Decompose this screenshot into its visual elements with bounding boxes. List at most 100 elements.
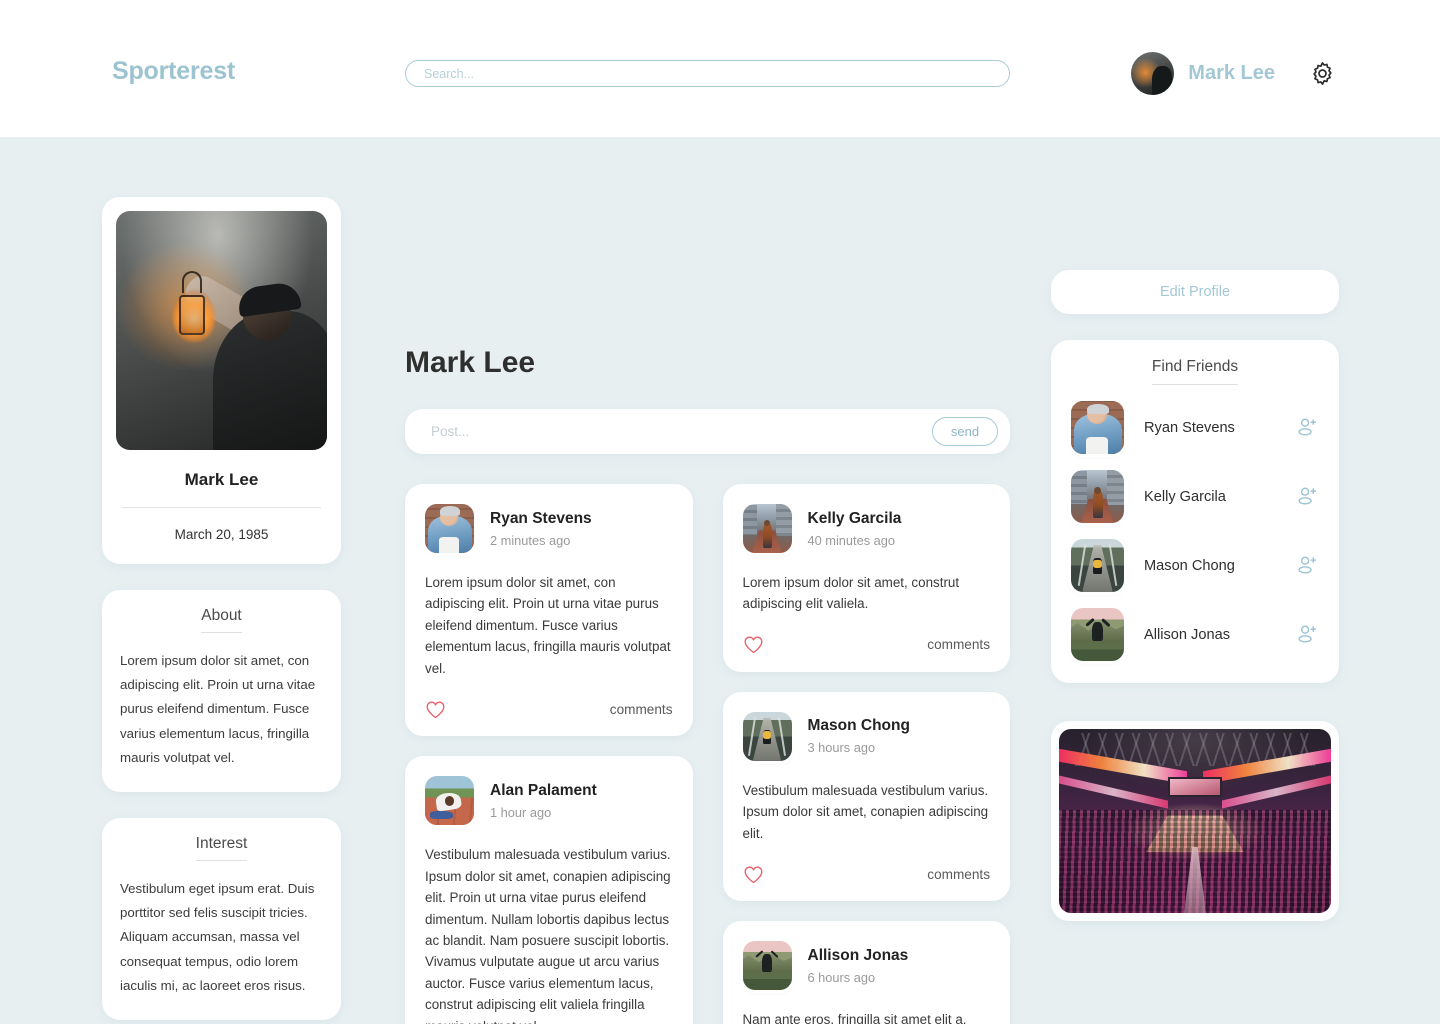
heart-icon bbox=[744, 636, 762, 654]
post-header: Alan Palament 1 hour ago bbox=[425, 776, 673, 826]
header-user-name[interactable]: Mark Lee bbox=[1188, 62, 1275, 85]
page-body: Mark Lee March 20, 1985 About Lorem ipsu… bbox=[0, 137, 1440, 1024]
heart-icon bbox=[426, 701, 445, 718]
post-author[interactable]: Allison Jonas bbox=[808, 947, 909, 965]
friend-name: Allison Jonas bbox=[1144, 626, 1230, 643]
post-timestamp: 6 hours ago bbox=[807, 969, 876, 985]
post-header: Allison Jonas 6 hours ago bbox=[742, 941, 991, 991]
like-button[interactable] bbox=[743, 635, 765, 655]
friend-name: Mason Chong bbox=[1144, 557, 1235, 574]
avatar-mason-chong-icon bbox=[742, 711, 792, 761]
profile-photo[interactable] bbox=[116, 211, 327, 450]
about-title: About bbox=[201, 607, 242, 633]
post-body: Vestibulum malesuada vestibulum varius. … bbox=[742, 782, 989, 841]
post-card: Allison Jonas 6 hours ago Nam ante eros,… bbox=[722, 921, 1010, 1024]
add-friend-icon bbox=[1297, 487, 1316, 505]
right-sidebar: Edit Profile Find Friends Ryan Stevens K… bbox=[1051, 270, 1339, 921]
avatar[interactable] bbox=[742, 941, 792, 991]
find-friends-title: Find Friends bbox=[1151, 358, 1239, 385]
avatar-kelly-garcila-icon bbox=[1071, 470, 1124, 523]
list-item[interactable]: Kelly Garcila bbox=[1071, 470, 1319, 523]
heart-icon bbox=[744, 866, 762, 883]
feed-column-left: Ryan Stevens 2 minutes ago Lorem ipsum d… bbox=[405, 484, 693, 1024]
avatar[interactable] bbox=[1071, 608, 1124, 661]
app-brand-logo[interactable]: Sporterest bbox=[112, 57, 235, 86]
comments-link[interactable]: comments bbox=[927, 637, 990, 652]
avatar[interactable] bbox=[1071, 539, 1124, 592]
post-composer: send bbox=[405, 409, 1010, 454]
post-author[interactable]: Mason Chong bbox=[808, 717, 910, 735]
add-friend-icon bbox=[1297, 556, 1316, 574]
post-header: Ryan Stevens 2 minutes ago bbox=[425, 504, 673, 553]
avatar[interactable] bbox=[1131, 52, 1175, 95]
add-friend-icon bbox=[1297, 625, 1316, 643]
list-item[interactable]: Allison Jonas bbox=[1071, 608, 1319, 661]
promo-image-card[interactable] bbox=[1051, 721, 1339, 921]
feed-columns: Ryan Stevens 2 minutes ago Lorem ipsum d… bbox=[405, 484, 1010, 1024]
profile-divider bbox=[122, 507, 321, 508]
profile-card: Mark Lee March 20, 1985 bbox=[102, 197, 341, 564]
add-friend-button[interactable] bbox=[1295, 554, 1319, 578]
post-card: Kelly Garcila 40 minutes ago Lorem ipsum… bbox=[722, 484, 1010, 672]
edit-profile-button[interactable]: Edit Profile bbox=[1051, 270, 1339, 314]
gear-icon bbox=[1312, 62, 1332, 85]
post-header: Mason Chong 3 hours ago bbox=[742, 711, 991, 761]
like-button[interactable] bbox=[743, 864, 765, 884]
post-card: Ryan Stevens 2 minutes ago Lorem ipsum d… bbox=[405, 484, 693, 737]
post-body: Vestibulum malesuada vestibulum varius. … bbox=[425, 847, 671, 1024]
list-item[interactable]: Mason Chong bbox=[1071, 539, 1319, 592]
post-actions: comments bbox=[425, 699, 673, 719]
add-friend-button[interactable] bbox=[1295, 416, 1319, 440]
post-author[interactable]: Alan Palament bbox=[490, 782, 597, 800]
add-friend-icon bbox=[1297, 418, 1316, 436]
post-input[interactable] bbox=[431, 424, 932, 439]
find-friends-card: Find Friends Ryan Stevens Kelly Garcila … bbox=[1051, 340, 1339, 683]
avatar-ryan-stevens-icon bbox=[425, 504, 474, 553]
list-item[interactable]: Ryan Stevens bbox=[1071, 401, 1319, 454]
like-button[interactable] bbox=[425, 699, 447, 719]
add-friend-button[interactable] bbox=[1295, 623, 1319, 647]
post-author[interactable]: Kelly Garcila bbox=[808, 510, 902, 528]
post-body: Nam ante eros, fringilla sit amet elit a… bbox=[742, 1012, 967, 1024]
user-avatar-lantern-icon bbox=[1131, 52, 1175, 95]
avatar[interactable] bbox=[425, 504, 474, 553]
left-sidebar: Mark Lee March 20, 1985 About Lorem ipsu… bbox=[102, 197, 341, 1020]
about-card: About Lorem ipsum dolor sit amet, con ad… bbox=[102, 590, 341, 792]
search-input[interactable] bbox=[405, 60, 1010, 87]
settings-button[interactable] bbox=[1307, 59, 1337, 89]
avatar[interactable] bbox=[425, 776, 474, 826]
post-header: Kelly Garcila 40 minutes ago bbox=[742, 504, 991, 553]
interest-card: Interest Vestibulum eget ipsum erat. Dui… bbox=[102, 817, 341, 1020]
post-author[interactable]: Ryan Stevens bbox=[490, 510, 592, 528]
avatar-kelly-garcila-icon bbox=[742, 504, 792, 553]
profile-photo-lantern-icon bbox=[116, 211, 327, 450]
send-button[interactable]: send bbox=[932, 417, 998, 446]
avatar[interactable] bbox=[742, 504, 792, 553]
arena-photo-icon bbox=[1059, 729, 1331, 913]
comments-link[interactable]: comments bbox=[610, 702, 673, 717]
avatar[interactable] bbox=[742, 711, 792, 761]
post-card: Alan Palament 1 hour ago Vestibulum male… bbox=[405, 756, 693, 1024]
arena-photo bbox=[1059, 729, 1331, 913]
post-timestamp: 40 minutes ago bbox=[807, 532, 896, 548]
post-timestamp: 3 hours ago bbox=[807, 740, 876, 756]
header-user-area: Mark Lee bbox=[1131, 52, 1337, 95]
avatar-ryan-stevens-icon bbox=[1071, 401, 1124, 454]
post-actions: comments bbox=[743, 635, 990, 655]
friend-name: Kelly Garcila bbox=[1144, 488, 1226, 505]
profile-birth-date: March 20, 1985 bbox=[174, 527, 269, 542]
avatar[interactable] bbox=[1071, 470, 1124, 523]
avatar[interactable] bbox=[1071, 401, 1124, 454]
add-friend-button[interactable] bbox=[1295, 485, 1319, 509]
avatar-mason-chong-icon bbox=[1071, 539, 1124, 592]
post-timestamp: 2 minutes ago bbox=[490, 532, 571, 548]
friend-name: Ryan Stevens bbox=[1144, 419, 1235, 436]
search-container bbox=[405, 60, 1010, 87]
profile-name: Mark Lee bbox=[184, 470, 259, 489]
avatar-allison-jonas-icon bbox=[1071, 608, 1124, 661]
feed-column-right: Kelly Garcila 40 minutes ago Lorem ipsum… bbox=[722, 484, 1010, 1024]
post-timestamp: 1 hour ago bbox=[490, 804, 552, 820]
top-header: Sporterest Mark Lee bbox=[0, 0, 1440, 137]
post-actions: comments bbox=[743, 864, 990, 884]
comments-link[interactable]: comments bbox=[927, 867, 990, 882]
